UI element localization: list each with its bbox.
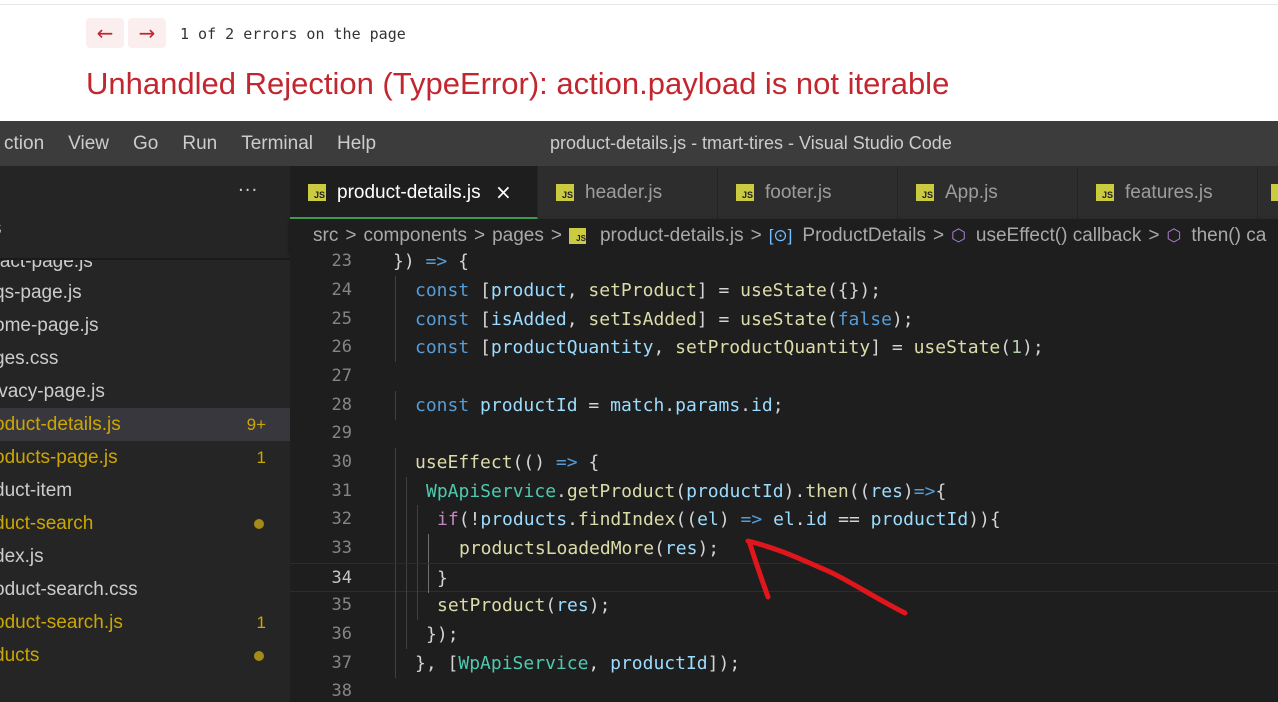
overlay-divider [0, 4, 1278, 5]
next-error-button[interactable]: → [128, 18, 166, 48]
previous-error-button[interactable]: ← [86, 18, 124, 48]
error-overlay: ← → 1 of 2 errors on the page Unhandled … [0, 0, 1278, 121]
error-navigation: ← → [86, 18, 166, 48]
vscode-window: ction View Go Run Terminal Help product-… [0, 121, 1278, 702]
error-title: Unhandled Rejection (TypeError): action.… [86, 66, 950, 101]
error-count-text: 1 of 2 errors on the page [180, 25, 406, 43]
red-arrow-annotation [745, 538, 908, 616]
